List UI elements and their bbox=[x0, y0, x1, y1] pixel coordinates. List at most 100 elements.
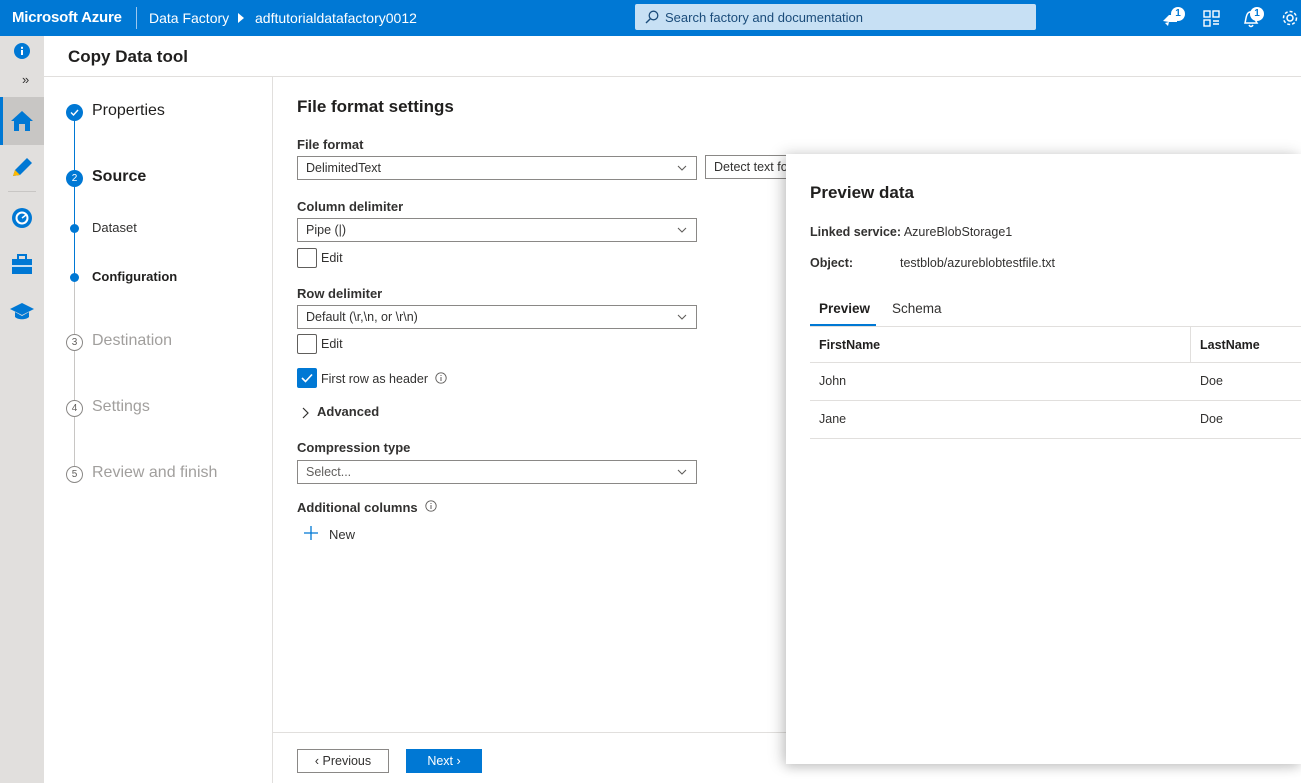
feedback-icon[interactable]: 1 bbox=[1160, 7, 1185, 29]
column-header[interactable]: LastName bbox=[1200, 338, 1260, 352]
notifications-icon[interactable]: 1 bbox=[1240, 7, 1264, 29]
file-format-label: File format bbox=[297, 137, 364, 152]
row-delimiter-select[interactable]: Default (\r,\n, or \r\n) bbox=[297, 305, 697, 329]
compression-type-select[interactable]: Select... bbox=[297, 460, 697, 484]
compression-type-placeholder: Select... bbox=[306, 465, 352, 479]
column-header[interactable]: FirstName bbox=[819, 338, 880, 352]
row-delimiter-label: Row delimiter bbox=[297, 286, 383, 301]
rail-info-button[interactable] bbox=[0, 36, 44, 68]
substep-dot bbox=[70, 224, 79, 233]
column-delimiter-select[interactable]: Pipe (|) bbox=[297, 218, 697, 242]
page-title: Copy Data tool bbox=[68, 47, 188, 66]
first-row-header-checkbox[interactable] bbox=[297, 368, 317, 388]
row-delimiter-value: Default (\r,\n, or \r\n) bbox=[306, 310, 418, 324]
column-separator[interactable] bbox=[1190, 327, 1191, 362]
table-row: Jane Doe bbox=[810, 401, 1301, 439]
preview-title: Preview data bbox=[810, 183, 914, 202]
file-format-value: DelimitedText bbox=[306, 161, 382, 175]
left-rail: » bbox=[0, 36, 44, 783]
step-line-completed bbox=[74, 120, 75, 280]
preview-table: FirstName LastName John Doe Jane Doe bbox=[810, 326, 1301, 439]
switch-directory-icon[interactable] bbox=[1201, 7, 1223, 29]
additional-columns-row: Additional columns bbox=[297, 500, 437, 515]
rail-expand-button[interactable]: » bbox=[22, 72, 29, 87]
tab-schema[interactable]: Schema bbox=[892, 301, 942, 327]
linked-service-key: Linked service: bbox=[810, 225, 902, 239]
manage-icon[interactable] bbox=[8, 251, 36, 279]
step-label: Source bbox=[92, 168, 147, 185]
wizard-footer: ‹ Previous Next › bbox=[273, 732, 793, 783]
chevron-down-icon bbox=[677, 165, 687, 171]
linked-service-row: Linked service: AzureBlobStorage1 bbox=[810, 225, 1012, 239]
chevron-down-icon bbox=[677, 227, 687, 233]
step-label: Destination bbox=[92, 332, 173, 349]
monitor-icon[interactable] bbox=[8, 204, 36, 232]
rail-active-indicator bbox=[0, 97, 3, 145]
additional-columns-label: Additional columns bbox=[297, 500, 418, 515]
topbar-divider bbox=[136, 7, 137, 29]
add-column-label: New bbox=[329, 527, 356, 542]
table-cell: Jane bbox=[819, 412, 847, 426]
detect-text-format-button[interactable]: Detect text format bbox=[705, 155, 795, 179]
substep-dot bbox=[70, 273, 79, 282]
chevron-down-icon bbox=[677, 469, 687, 475]
previous-button[interactable]: ‹ Previous bbox=[297, 749, 389, 773]
breadcrumb-factory-name[interactable]: adftutorialdatafactory0012 bbox=[255, 10, 417, 26]
previous-label: Previous bbox=[322, 754, 372, 768]
step-line-pending bbox=[74, 280, 75, 480]
file-format-form: File format settings File format Delimit… bbox=[273, 77, 795, 732]
feedback-badge: 1 bbox=[1171, 7, 1185, 21]
table-cell: Doe bbox=[1200, 374, 1223, 388]
top-bar: Microsoft Azure Data Factory adftutorial… bbox=[0, 0, 1301, 36]
settings-icon[interactable] bbox=[1279, 7, 1301, 29]
page-header: Copy Data tool bbox=[44, 36, 1301, 77]
first-row-header-label: First row as header bbox=[321, 372, 428, 386]
search-box[interactable] bbox=[635, 4, 1036, 30]
search-input[interactable] bbox=[665, 4, 1025, 30]
home-icon[interactable] bbox=[8, 107, 36, 135]
column-edit-label: Edit bbox=[321, 251, 343, 265]
breadcrumb-data-factory[interactable]: Data Factory bbox=[149, 10, 229, 26]
info-icon[interactable] bbox=[435, 372, 448, 384]
object-value: testblob/azureblobtestfile.txt bbox=[900, 256, 1055, 270]
wizard-steps: Properties 2 Source Dataset Configuratio… bbox=[44, 77, 273, 783]
chevron-down-icon bbox=[677, 314, 687, 320]
info-icon[interactable] bbox=[425, 500, 437, 512]
breadcrumb-arrow-icon bbox=[238, 13, 244, 23]
step-label: Settings bbox=[92, 398, 150, 415]
form-title: File format settings bbox=[297, 97, 454, 116]
brand-label[interactable]: Microsoft Azure bbox=[12, 9, 122, 26]
step-label: Review and finish bbox=[92, 464, 218, 481]
info-icon bbox=[14, 43, 30, 59]
first-row-header-row: First row as header bbox=[321, 372, 448, 386]
object-key: Object: bbox=[810, 256, 854, 270]
step-check-icon bbox=[66, 104, 83, 121]
previous-chevron-icon: ‹ bbox=[314, 754, 320, 768]
preview-data-panel: Preview data Linked service: AzureBlobSt… bbox=[786, 154, 1301, 764]
advanced-toggle[interactable]: Advanced bbox=[317, 404, 379, 419]
compression-type-label: Compression type bbox=[297, 440, 411, 455]
chevron-right-icon[interactable] bbox=[301, 407, 311, 419]
column-delimiter-edit-checkbox[interactable] bbox=[297, 248, 317, 268]
row-delimiter-edit-checkbox[interactable] bbox=[297, 334, 317, 354]
step-label: Properties bbox=[92, 102, 165, 119]
step-number: 5 bbox=[66, 466, 83, 483]
column-delimiter-label: Column delimiter bbox=[297, 199, 404, 214]
step-number: 4 bbox=[66, 400, 83, 417]
linked-service-value: AzureBlobStorage1 bbox=[903, 225, 1013, 239]
table-header-row: FirstName LastName bbox=[810, 326, 1301, 363]
table-row: John Doe bbox=[810, 363, 1301, 401]
next-chevron-icon: › bbox=[456, 754, 461, 768]
file-format-select[interactable]: DelimitedText bbox=[297, 156, 697, 180]
detect-button-label: Detect text format bbox=[714, 160, 794, 174]
row-edit-label: Edit bbox=[321, 337, 343, 351]
step-number: 3 bbox=[66, 334, 83, 351]
table-cell: John bbox=[819, 374, 847, 388]
table-cell: Doe bbox=[1200, 412, 1223, 426]
next-label: Next bbox=[427, 754, 454, 768]
next-button[interactable]: Next › bbox=[406, 749, 482, 773]
learning-icon[interactable] bbox=[8, 298, 36, 326]
substep-label: Configuration bbox=[92, 269, 178, 284]
search-icon bbox=[645, 10, 659, 24]
author-icon[interactable] bbox=[8, 154, 36, 182]
